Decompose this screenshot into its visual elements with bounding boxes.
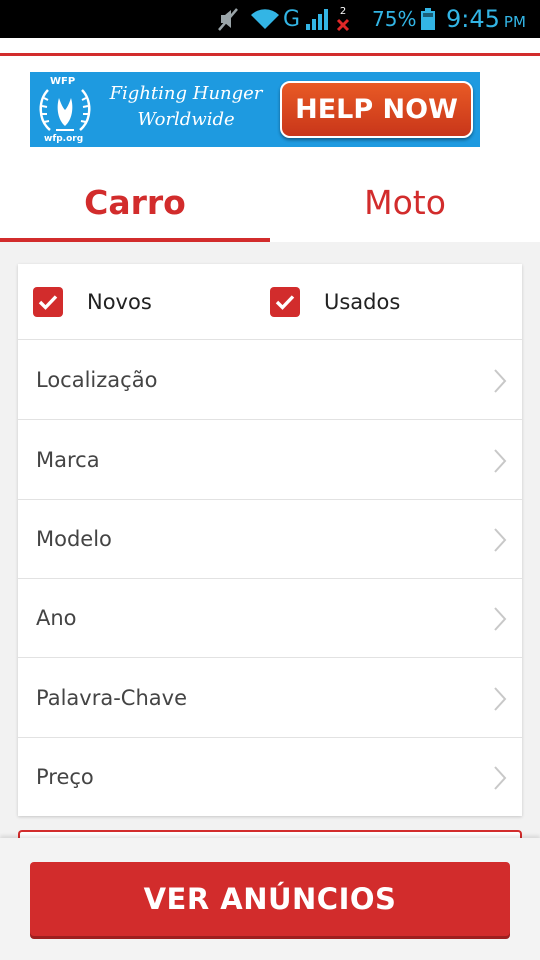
bottom-action-bar: VER ANÚNCIOS xyxy=(0,838,540,960)
app-bar xyxy=(0,38,540,56)
chevron-right-icon xyxy=(494,528,507,552)
filter-row-label: Localização xyxy=(36,367,158,392)
filter-row-preco[interactable]: Preço xyxy=(18,737,522,816)
filter-row-ano[interactable]: Ano xyxy=(18,578,522,658)
filter-row-label: Modelo xyxy=(36,526,112,551)
filter-row-palavra-chave[interactable]: Palavra-Chave xyxy=(18,658,522,738)
tab-carro[interactable]: Carro xyxy=(0,162,270,242)
ad-help-now-button[interactable]: HELP NOW xyxy=(280,81,473,138)
filter-row-label: Palavra-Chave xyxy=(36,685,187,710)
battery-icon xyxy=(420,0,436,38)
ad-banner[interactable]: WFP wfp.org Fighting Hunger Worldwide HE… xyxy=(30,72,480,147)
checkbox-checked-icon xyxy=(33,287,63,317)
clock-time: 9:45 xyxy=(446,5,500,33)
filter-row-label: Preço xyxy=(36,764,94,789)
sim-badge: 2 xyxy=(339,6,347,17)
wifi-icon xyxy=(250,0,280,38)
checkbox-label-usados: Usados xyxy=(324,290,401,314)
chevron-right-icon xyxy=(494,449,507,473)
ad-tagline: Fighting Hunger Worldwide xyxy=(106,81,266,133)
ver-anuncios-button[interactable]: VER ANÚNCIOS xyxy=(30,862,510,936)
wfp-site-text: wfp.org xyxy=(44,134,84,144)
condition-checkboxes: Novos Usados xyxy=(18,264,522,340)
ad-area: WFP wfp.org Fighting Hunger Worldwide HE… xyxy=(0,56,540,162)
battery-percent: 75% xyxy=(372,7,417,31)
wreath-icon xyxy=(39,89,91,131)
sim-2-icon: 2 xyxy=(336,0,350,38)
chevron-right-icon xyxy=(494,687,507,711)
filter-row-marca[interactable]: Marca xyxy=(18,420,522,500)
checkbox-checked-icon xyxy=(270,287,300,317)
vehicle-tabs: Carro Moto xyxy=(0,162,540,242)
checkbox-novos[interactable]: Novos xyxy=(33,264,152,340)
filter-row-modelo[interactable]: Modelo xyxy=(18,499,522,579)
clock-ampm: PM xyxy=(503,13,526,31)
tab-moto[interactable]: Moto xyxy=(270,162,540,242)
filter-card: Novos Usados Localização Marca Modelo An… xyxy=(18,264,522,816)
checkbox-usados[interactable]: Usados xyxy=(270,264,400,340)
chevron-right-icon xyxy=(494,369,507,393)
checkbox-label-novos: Novos xyxy=(87,290,152,314)
wfp-logo: WFP wfp.org xyxy=(36,76,94,144)
signal-icon xyxy=(304,0,330,38)
clock: 9:45 PM xyxy=(446,0,526,38)
filter-row-label: Ano xyxy=(36,605,77,630)
filter-row-localizacao[interactable]: Localização xyxy=(18,340,522,420)
chevron-right-icon xyxy=(494,607,507,631)
status-bar: G 2 75% 9:45 PM xyxy=(0,0,540,38)
filter-row-label: Marca xyxy=(36,447,100,472)
mute-icon xyxy=(216,0,240,38)
ad-tagline-line-2: Worldwide xyxy=(137,109,235,130)
ad-tagline-line-1: Fighting Hunger xyxy=(109,83,263,104)
network-type: G xyxy=(283,6,301,32)
active-tab-indicator xyxy=(0,238,270,242)
chevron-right-icon xyxy=(494,766,507,790)
